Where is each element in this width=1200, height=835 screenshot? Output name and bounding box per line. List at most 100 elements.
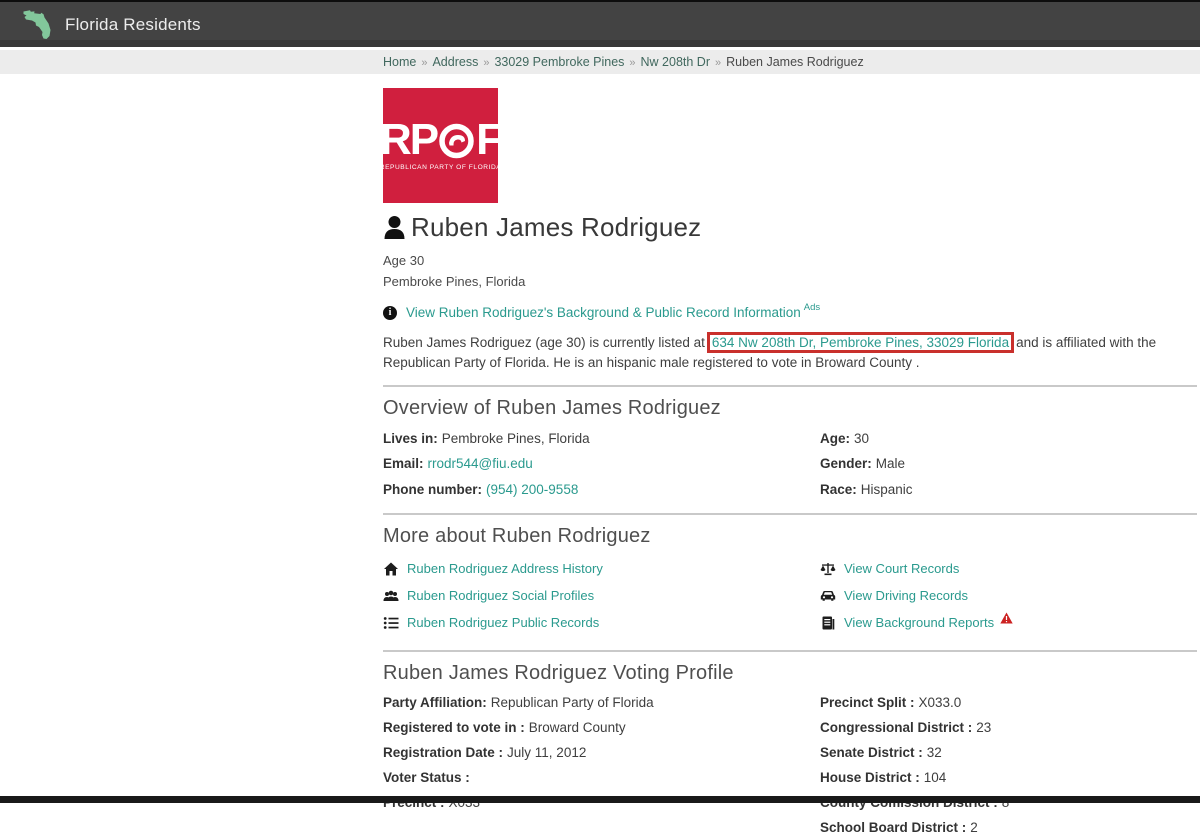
breadcrumb-zip-city[interactable]: 33029 Pembroke Pines	[494, 55, 624, 69]
field-label: Congressional District :	[820, 720, 972, 735]
main-content: RP F REPUBLICAN PARTY OF FLORIDA Ruben J…	[383, 88, 1197, 835]
breadcrumb-street[interactable]: Nw 208th Dr	[641, 55, 710, 69]
race-row: Race: Hispanic	[820, 483, 1197, 497]
florida-state-icon	[22, 8, 52, 41]
link-label: Ruben Rodriguez Social Profiles	[407, 588, 594, 603]
overview-section: Overview of Ruben James Rodriguez Lives …	[383, 385, 1197, 497]
voting-right-column: Precinct Split : X033.0 Congressional Dis…	[820, 685, 1197, 835]
rpof-acronym: RP F	[380, 120, 501, 160]
house-district-row: House District : 104	[820, 771, 1197, 785]
warning-icon	[1000, 612, 1013, 624]
field-label: Gender:	[820, 456, 872, 471]
overview-right-column: Age: 30 Gender: Male Race: Hispanic	[820, 420, 1197, 497]
scales-icon	[820, 561, 836, 577]
people-icon	[383, 588, 399, 604]
field-value: 104	[924, 770, 947, 785]
car-icon	[820, 588, 836, 604]
breadcrumb-bar: Home » Address » 33029 Pembroke Pines » Nw 208…	[0, 50, 1200, 74]
voting-profile-title: Ruben James Rodriguez Voting Profile	[383, 662, 1197, 685]
breadcrumb-home[interactable]: Home	[383, 55, 416, 69]
home-icon	[383, 561, 399, 577]
public-records-link[interactable]: Ruben Rodriguez Public Records	[383, 615, 820, 631]
field-label: Email:	[383, 456, 424, 471]
voting-columns: Party Affiliation:Republican Party of Fl…	[383, 685, 1197, 835]
phone-row: Phone number: (954) 200-9558	[383, 483, 820, 497]
gender-row: Gender: Male	[820, 457, 1197, 471]
breadcrumb-separator: »	[483, 57, 489, 69]
app-title: Florida Residents	[65, 15, 201, 35]
overview-title: Overview of Ruben James Rodriguez	[383, 397, 1197, 420]
field-label: School Board District :	[820, 820, 966, 835]
breadcrumb-address[interactable]: Address	[432, 55, 478, 69]
field-label: Lives in:	[383, 431, 438, 446]
list-icon	[383, 615, 399, 631]
background-ad-row: i View Ruben Rodriguez's Background & Pu…	[383, 305, 1197, 320]
more-about-title: More about Ruben Rodriguez	[383, 525, 1197, 548]
field-label: Voter Status :	[383, 770, 470, 785]
field-value: Broward County	[529, 720, 626, 735]
phone-link[interactable]: (954) 200-9558	[486, 482, 578, 497]
field-value: Hispanic	[861, 482, 913, 497]
lives-in-row: Lives in: Pembroke Pines, Florida	[383, 432, 820, 446]
email-row: Email: rrodr544@fiu.edu	[383, 457, 820, 471]
age-row: Age: 30	[820, 432, 1197, 446]
summary-text-before: Ruben James Rodriguez (age 30) is curren…	[383, 335, 705, 350]
email-link[interactable]: rrodr544@fiu.edu	[428, 456, 533, 471]
field-value: 32	[927, 745, 942, 760]
more-about-section: More about Ruben Rodriguez Ruben Rodrigu…	[383, 513, 1197, 631]
breadcrumb-separator: »	[421, 57, 427, 69]
more-about-columns: Ruben Rodriguez Address History Ruben Ro…	[383, 550, 1197, 631]
bottom-dark-strip	[0, 796, 1200, 803]
breadcrumb-separator: »	[629, 57, 635, 69]
breadcrumb-current-person: Ruben James Rodriguez	[726, 55, 864, 69]
voting-profile-section: Ruben James Rodriguez Voting Profile Par…	[383, 650, 1197, 835]
field-label: Senate District :	[820, 745, 923, 760]
location-line: Pembroke Pines, Florida	[383, 274, 1197, 289]
report-icon	[820, 615, 836, 631]
party-affiliation-row: Party Affiliation:Republican Party of Fl…	[383, 696, 820, 710]
link-label: Ruben Rodriguez Address History	[407, 561, 603, 576]
congressional-district-row: Congressional District : 23	[820, 721, 1197, 735]
field-value: Pembroke Pines, Florida	[442, 431, 590, 446]
field-label: Precinct Split :	[820, 695, 915, 710]
info-icon: i	[383, 306, 397, 320]
address-history-link[interactable]: Ruben Rodriguez Address History	[383, 561, 820, 577]
ads-superscript: Ads	[804, 302, 820, 313]
rpof-subtitle: REPUBLICAN PARTY OF FLORIDA	[380, 164, 501, 171]
app-header: Florida Residents	[0, 0, 1200, 47]
court-records-link[interactable]: View Court Records	[820, 561, 1197, 577]
address-link-highlighted[interactable]: 634 Nw 208th Dr, Pembroke Pines, 33029 F…	[707, 332, 1014, 353]
link-label: View Background Reports	[844, 615, 994, 630]
field-label: Registration Date :	[383, 745, 503, 760]
more-about-left-column: Ruben Rodriguez Address History Ruben Ro…	[383, 550, 820, 631]
breadcrumb: Home » Address » 33029 Pembroke Pines » Nw 208…	[383, 55, 864, 69]
link-label: View Driving Records	[844, 588, 968, 603]
field-label: Party Affiliation:	[383, 695, 487, 710]
person-icon	[383, 215, 406, 240]
registration-date-row: Registration Date :July 11, 2012	[383, 746, 820, 760]
voter-status-row: Voter Status :	[383, 771, 820, 785]
field-value: Male	[876, 456, 905, 471]
rpof-acronym-left: RP	[380, 120, 437, 160]
field-value: X033.0	[919, 695, 962, 710]
page-title: Ruben James Rodriguez	[411, 212, 701, 243]
driving-records-link[interactable]: View Driving Records	[820, 588, 1197, 604]
field-value: 30	[854, 431, 869, 446]
rpof-acronym-right: F	[476, 120, 501, 160]
social-profiles-link[interactable]: Ruben Rodriguez Social Profiles	[383, 588, 820, 604]
voting-left-column: Party Affiliation:Republican Party of Fl…	[383, 685, 820, 835]
field-label: Race:	[820, 482, 857, 497]
background-record-link[interactable]: View Ruben Rodriguez's Background & Publ…	[406, 305, 801, 320]
school-board-district-row: School Board District : 2	[820, 821, 1197, 835]
rpof-elephant-o-icon	[438, 122, 475, 159]
rpof-logo: RP F REPUBLICAN PARTY OF FLORIDA	[383, 88, 498, 203]
field-label: Phone number:	[383, 482, 482, 497]
background-reports-link[interactable]: View Background Reports	[820, 615, 1197, 631]
field-value: 23	[976, 720, 991, 735]
person-heading-row: Ruben James Rodriguez	[383, 212, 1197, 243]
age-line: Age 30	[383, 253, 1197, 268]
field-label: House District :	[820, 770, 920, 785]
precinct-split-row: Precinct Split : X033.0	[820, 696, 1197, 710]
field-label: Age:	[820, 431, 850, 446]
field-value: 2	[970, 820, 978, 835]
